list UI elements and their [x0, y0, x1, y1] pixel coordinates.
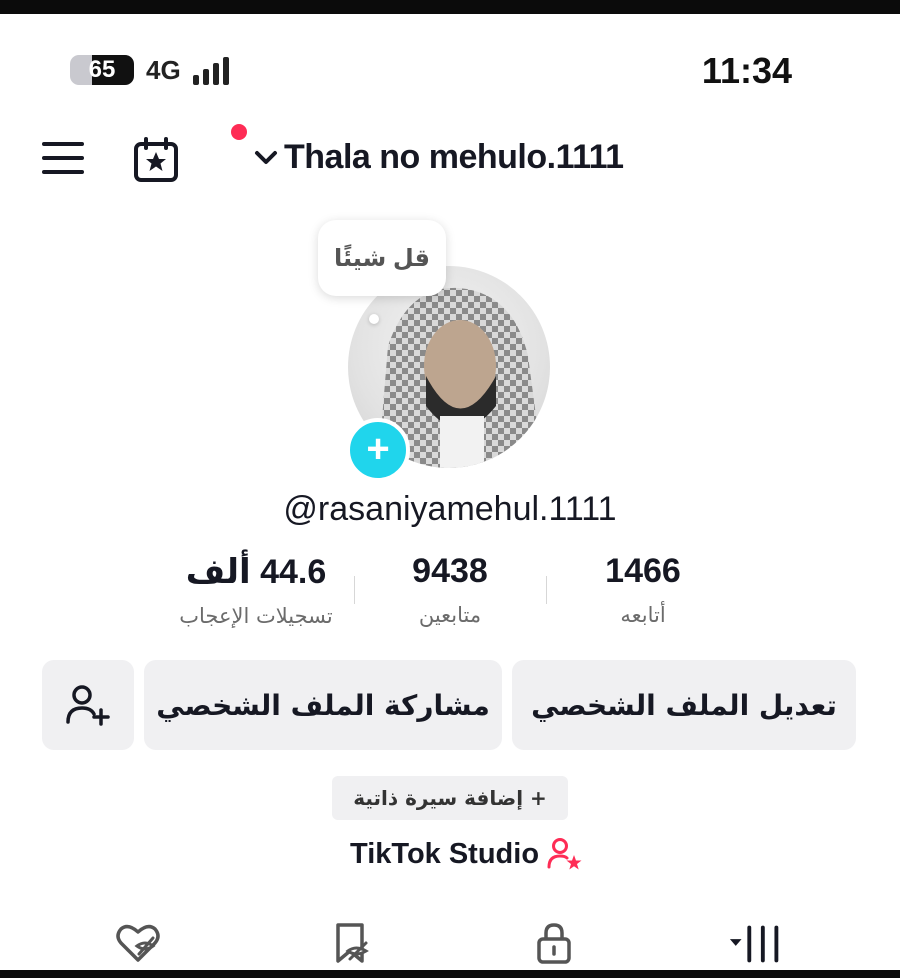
- heart-hidden-icon: [116, 924, 160, 962]
- share-profile-button[interactable]: مشاركة الملف الشخصي: [144, 660, 502, 750]
- bookmark-hidden-icon: [336, 923, 369, 963]
- stat-likes[interactable]: 44.6 ألف تسجيلات الإعجاب: [146, 552, 366, 628]
- menu-icon[interactable]: [42, 142, 84, 178]
- add-photo-button[interactable]: +: [346, 418, 410, 482]
- following-count: 1466: [605, 552, 681, 590]
- account-name: Thala no mehulo.1111: [284, 138, 624, 176]
- username: @rasaniyamehul.1111: [283, 490, 617, 528]
- add-user-icon: [66, 685, 110, 726]
- status-bar-left: 65 4G: [70, 52, 229, 88]
- top-edge: [0, 0, 900, 14]
- signal-icon: [192, 55, 229, 85]
- note-bubble-tail: [369, 314, 379, 324]
- tab-liked[interactable]: [108, 918, 168, 968]
- edit-profile-button[interactable]: تعديل الملف الشخصي: [512, 660, 856, 750]
- note-bubble-text: قل شيئًا: [333, 244, 430, 272]
- battery-indicator: 65: [70, 55, 134, 85]
- add-bio-label: + إضافة سيرة ذاتية: [353, 786, 547, 810]
- followers-count: 9438: [412, 552, 488, 590]
- grid-icon: [729, 925, 779, 963]
- account-switcher[interactable]: Thala no mehulo.1111: [252, 138, 624, 177]
- tab-favorites[interactable]: [320, 918, 380, 968]
- calendar-star-icon[interactable]: [132, 136, 180, 184]
- tab-videos[interactable]: [728, 918, 788, 968]
- bottom-edge: [0, 970, 900, 978]
- likes-label: تسجيلات الإعجاب: [179, 604, 333, 628]
- clock: 11:34: [701, 50, 792, 91]
- stat-following[interactable]: 1466 أتابعه: [533, 552, 753, 627]
- battery-level: 65: [88, 56, 116, 83]
- followers-label: متابعين: [418, 603, 482, 627]
- likes-count: 44.6 ألف: [185, 553, 327, 591]
- notification-dot: [231, 124, 247, 140]
- tab-private[interactable]: [524, 918, 584, 968]
- edit-profile-label: تعديل الملف الشخصي: [531, 688, 837, 722]
- add-bio-button[interactable]: + إضافة سيرة ذاتية: [332, 776, 568, 820]
- share-profile-label: مشاركة الملف الشخصي: [156, 688, 490, 722]
- add-friend-button[interactable]: [42, 660, 134, 750]
- plus-icon: +: [366, 426, 390, 471]
- stat-followers[interactable]: 9438 متابعين: [340, 552, 560, 627]
- network-type: 4G: [146, 54, 181, 85]
- tiktok-studio-link[interactable]: TikTok Studio: [350, 836, 583, 872]
- chevron-down-icon: [255, 150, 277, 164]
- lock-icon: [537, 923, 571, 964]
- following-label: أتابعه: [620, 603, 666, 627]
- tiktok-studio-label: TikTok Studio: [350, 837, 540, 870]
- note-bubble[interactable]: قل شيئًا: [318, 220, 446, 296]
- user-star-icon: [547, 838, 582, 870]
